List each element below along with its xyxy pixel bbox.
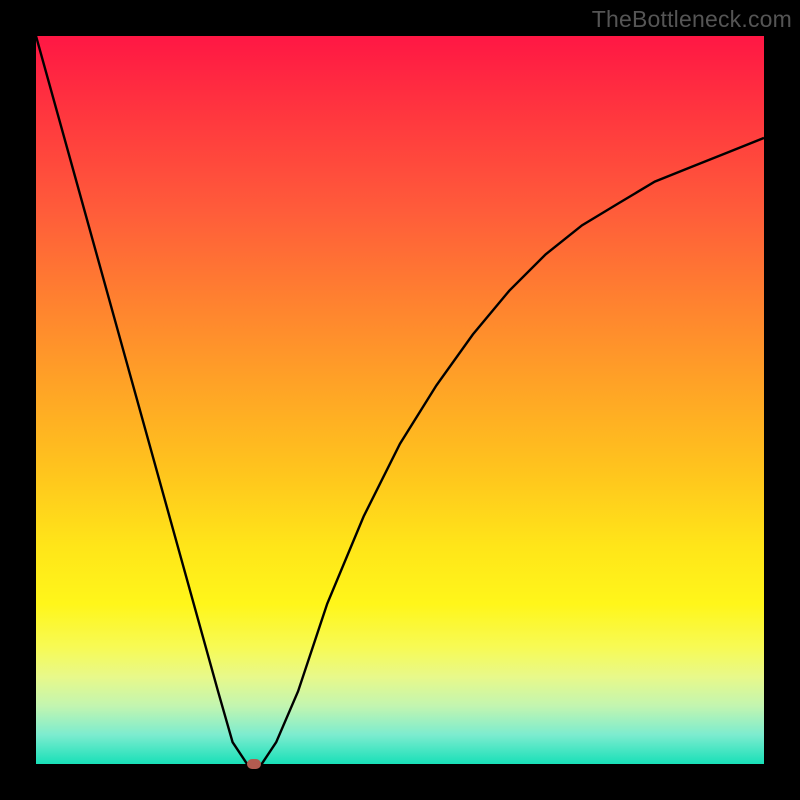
watermark-text: TheBottleneck.com xyxy=(592,6,792,33)
chart-frame: TheBottleneck.com xyxy=(0,0,800,800)
bottleneck-marker xyxy=(247,759,261,769)
curve-svg xyxy=(36,36,764,764)
plot-area xyxy=(36,36,764,764)
bottleneck-curve-path xyxy=(36,36,764,764)
